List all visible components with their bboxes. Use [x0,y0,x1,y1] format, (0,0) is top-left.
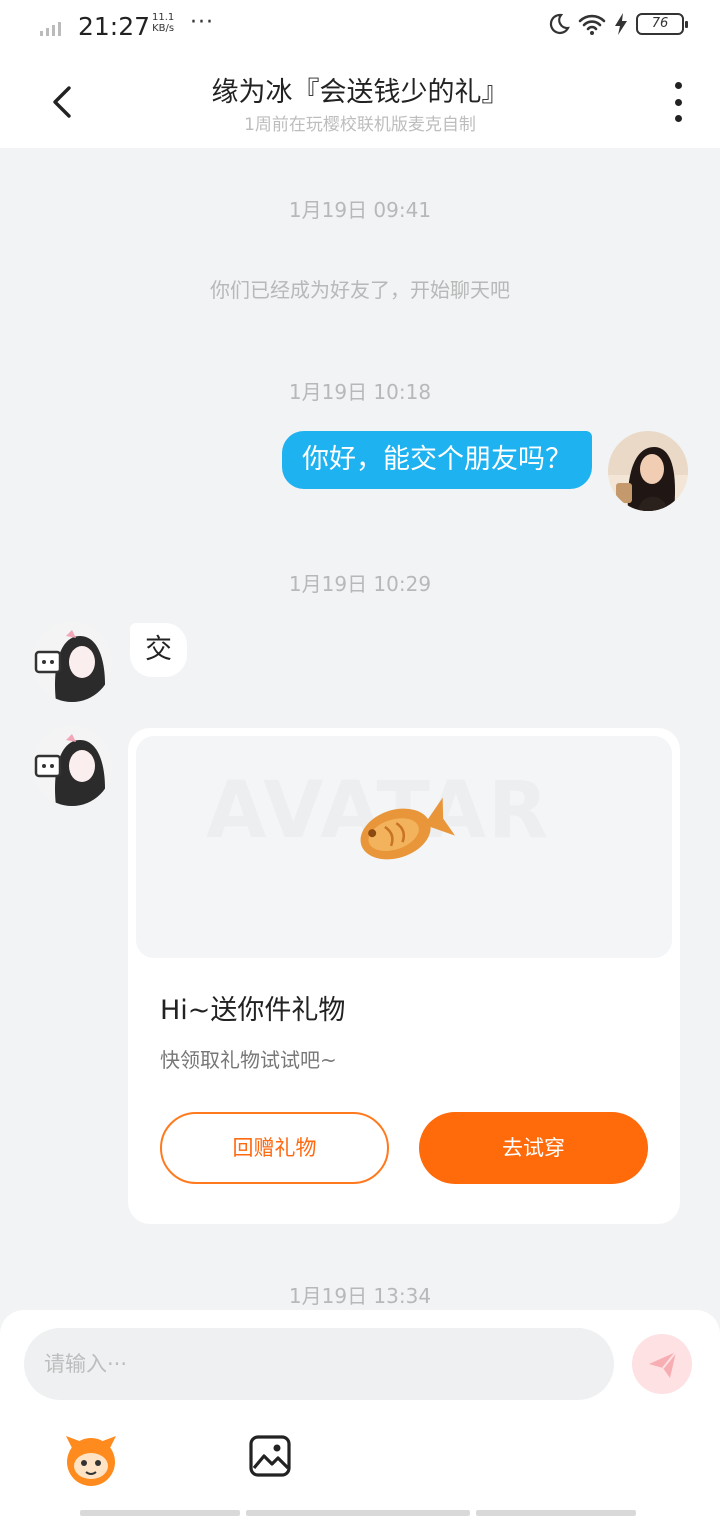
status-bar: 21:27 11.1 KB/s ··· 76 [0,0,720,54]
notification-dots: ··· [190,10,214,35]
message-input[interactable]: 请输入··· [24,1328,614,1400]
moon-icon [549,13,570,35]
battery-icon: 76 [636,13,688,35]
network-speed-value: 11.1 [152,12,175,23]
friend-avatar[interactable] [32,726,112,806]
return-gift-button[interactable]: 回赠礼物 [160,1112,389,1184]
signal-icon [40,22,61,36]
chat-title[interactable]: 缘为冰『会送钱少的礼』 [0,70,720,109]
gift-card[interactable]: AVATAR Hi~送你件礼物 快领取礼物试试吧~ 回赠礼物 去试穿 [128,728,680,1224]
network-speed-unit: KB/s [152,23,175,34]
mascot-icon [66,1436,116,1486]
mascot-sticker-button[interactable] [60,1428,122,1490]
my-avatar[interactable] [608,431,688,511]
image-picker-button[interactable] [246,1432,294,1480]
status-time: 21:27 [78,12,151,41]
network-speed: 11.1 KB/s [152,12,174,34]
charging-icon [615,13,627,35]
incoming-message-bubble[interactable]: 交 [130,623,187,677]
gift-banner: AVATAR [136,736,672,958]
more-icon [674,82,682,89]
timestamp: 1月19日 10:29 [288,572,432,596]
status-icons: 76 [546,12,688,36]
gift-title: Hi~送你件礼物 [160,995,346,1026]
timestamp: 1月19日 09:41 [288,198,432,222]
chat-subtitle: 1周前在玩樱校联机版麦克自制 [244,115,476,135]
try-on-button[interactable]: 去试穿 [419,1112,648,1184]
timestamp: 1月19日 13:34 [288,1284,432,1308]
taiyaki-gift-icon [360,797,456,860]
system-message: 你们已经成为好友了，开始聊天吧 [210,278,510,302]
send-button[interactable] [632,1334,692,1394]
chat-area[interactable]: 1月19日 09:41 你们已经成为好友了，开始聊天吧 1月19日 10:18 … [0,148,720,1308]
more-button[interactable] [666,82,690,122]
input-area: 请输入··· [0,1310,720,1516]
wifi-icon [578,14,606,35]
timestamp: 1月19日 10:18 [288,380,432,404]
gift-subtitle: 快领取礼物试试吧~ [160,1048,337,1072]
bottom-panel-edge [80,1510,640,1516]
outgoing-message-bubble[interactable]: 你好，能交个朋友吗？ [282,431,592,489]
chat-header: 缘为冰『会送钱少的礼』 1周前在玩樱校联机版麦克自制 [0,54,720,148]
send-icon [649,1351,677,1378]
friend-avatar[interactable] [32,622,112,702]
image-icon [249,1435,291,1477]
